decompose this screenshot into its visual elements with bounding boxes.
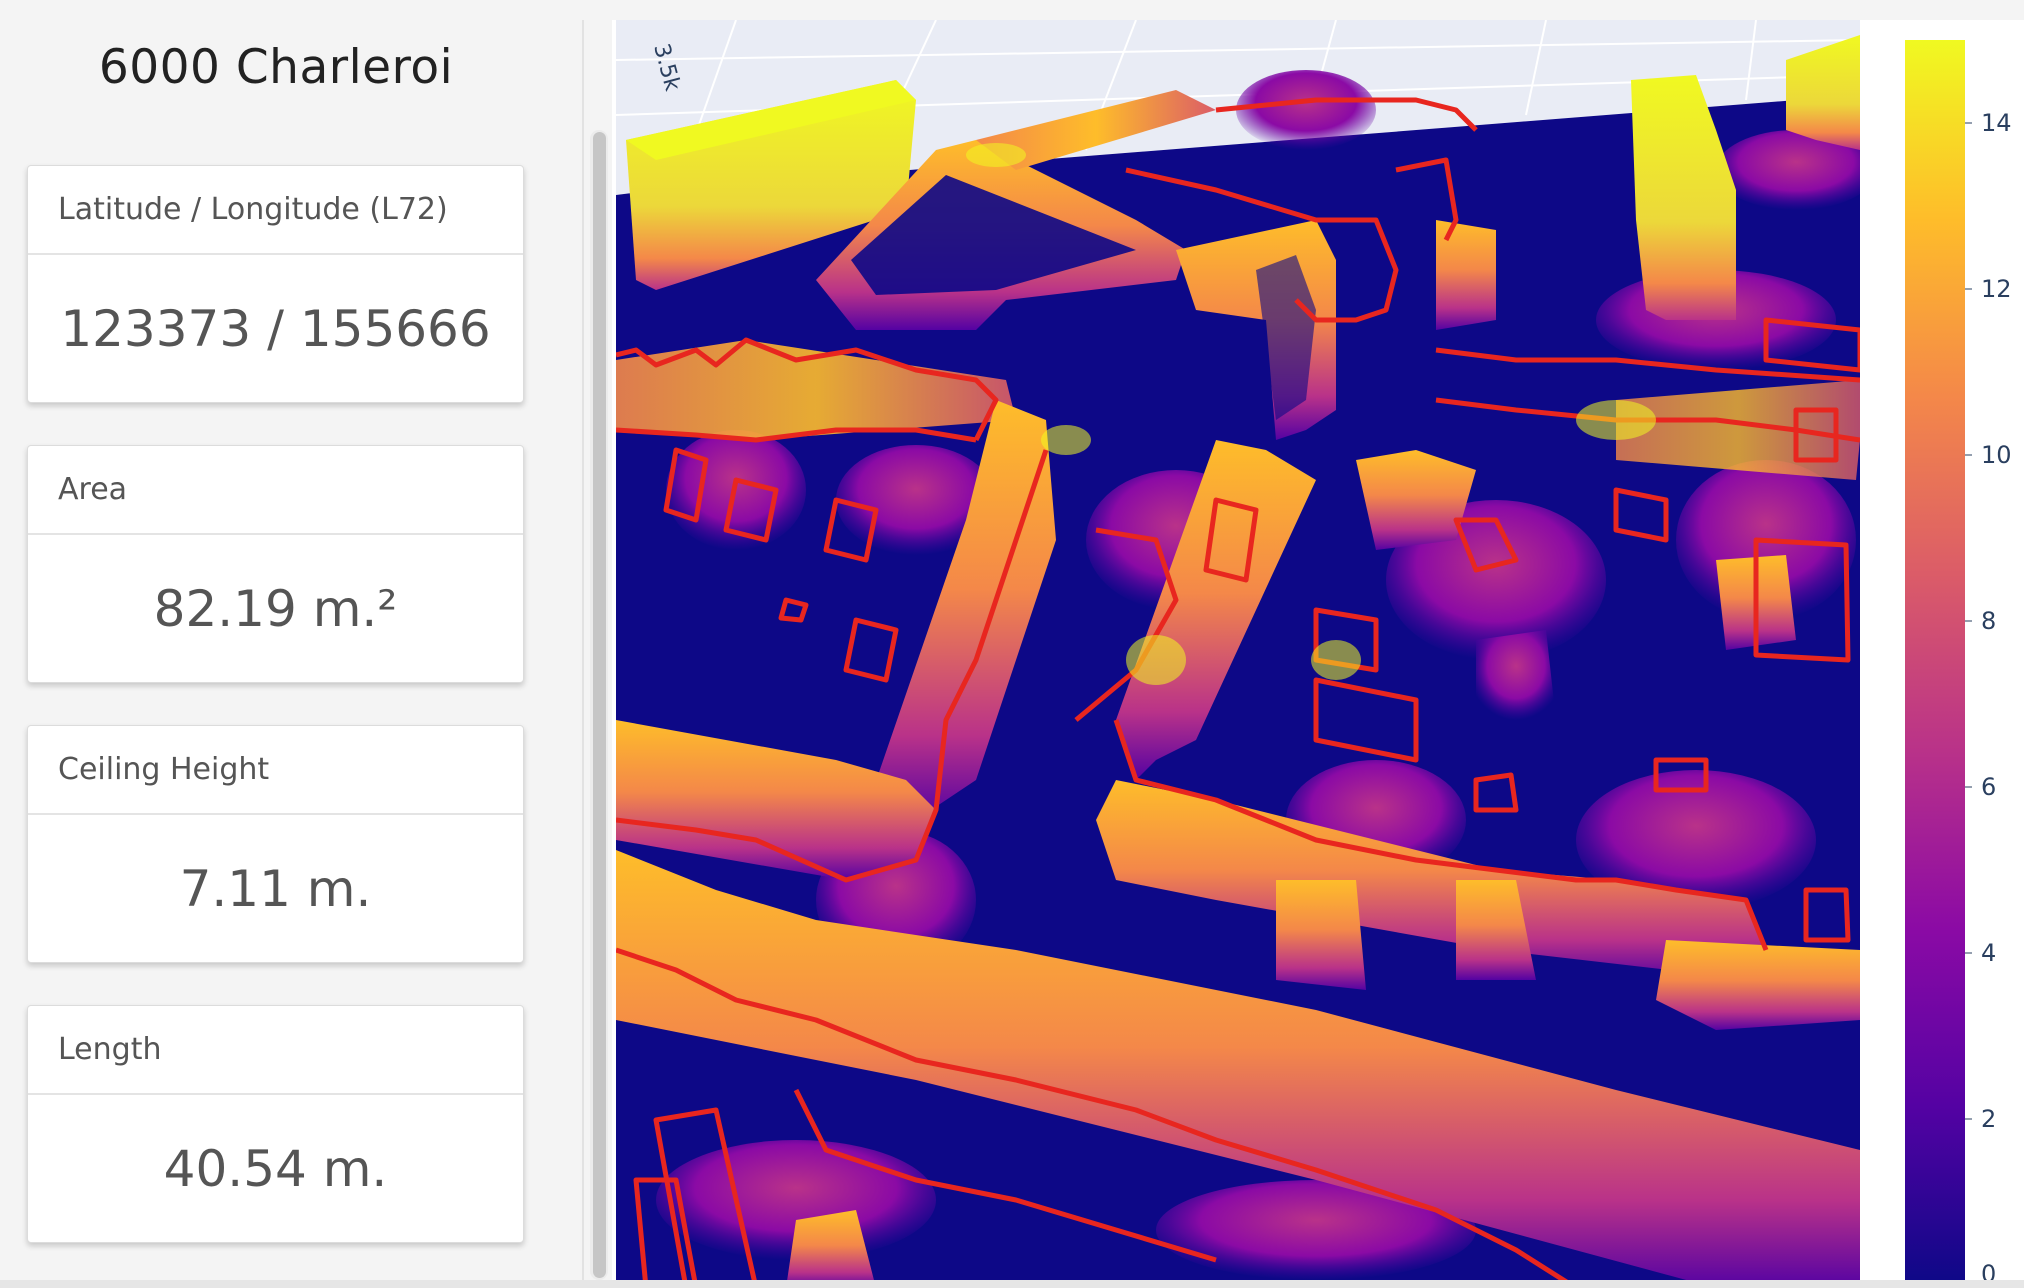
colorbar-tick-label: 6 <box>1981 773 1996 801</box>
length-card: Length 40.54 m. <box>27 1005 524 1243</box>
ceiling-height-card: Ceiling Height 7.11 m. <box>27 725 524 963</box>
card-value: 40.54 m. <box>163 1140 388 1198</box>
coordinates-card: Latitude / Longitude (L72) 123373 / 1556… <box>27 165 524 403</box>
scrollbar-thumb[interactable] <box>593 132 606 1278</box>
colorbar-tick-label: 12 <box>1981 275 2012 303</box>
colorbar: 14121086420 <box>1905 40 2012 1288</box>
card-value: 7.11 m. <box>179 860 372 918</box>
card-label: Area <box>28 446 523 535</box>
surface-3d-plot[interactable]: 3.5k <box>616 20 1860 1288</box>
colorbar-tick-label: 10 <box>1981 441 2012 469</box>
colorbar-tick-label: 14 <box>1981 109 2012 137</box>
card-value: 123373 / 155666 <box>60 300 491 358</box>
card-label: Ceiling Height <box>28 726 523 815</box>
colorbar-gradient <box>1905 40 1965 1285</box>
page-title: 6000 Charleroi <box>98 40 454 95</box>
colorbar-tick-label: 2 <box>1981 1105 1996 1133</box>
colorbar-tick-label: 4 <box>1981 939 1996 967</box>
panel-divider <box>582 20 584 1288</box>
colorbar-tick-label: 8 <box>1981 607 1996 635</box>
card-label: Latitude / Longitude (L72) <box>28 166 523 255</box>
card-label: Length <box>28 1006 523 1095</box>
card-value: 82.19 m.² <box>153 580 398 638</box>
area-card: Area 82.19 m.² <box>27 445 524 683</box>
horizontal-scrollbar[interactable] <box>0 1280 2024 1288</box>
info-sidebar: 6000 Charleroi Latitude / Longitude (L72… <box>0 0 582 1288</box>
